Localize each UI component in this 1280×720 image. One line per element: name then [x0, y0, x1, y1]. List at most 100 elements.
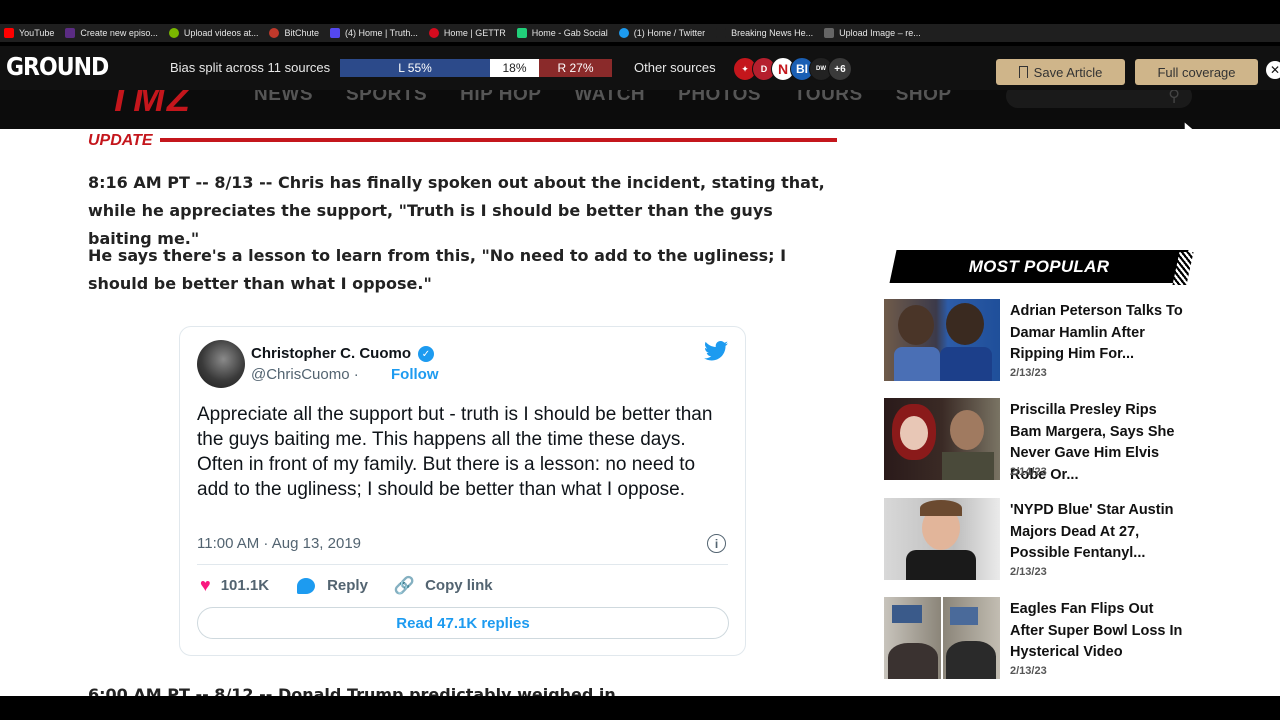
bookmark-label: (1) Home / Twitter	[633, 28, 706, 38]
twitter-bird-icon[interactable]	[704, 341, 728, 361]
nav-sports[interactable]: SPORTS	[346, 90, 427, 106]
rumble-icon	[168, 28, 179, 38]
truth-social-icon	[330, 28, 340, 38]
next-update-paragraph: 6:00 AM PT -- 8/12 -- Donald Trump predi…	[88, 685, 640, 696]
update-paragraph-1: 8:16 AM PT -- 8/13 -- Chris has finally …	[88, 169, 836, 253]
nav-hip-hop[interactable]: HIP HOP	[460, 90, 541, 106]
youtube-icon	[4, 28, 14, 38]
tmz-header: TMZ NEWS SPORTS HIP HOP WATCH PHOTOS TOU…	[0, 90, 1280, 129]
tweet-handle[interactable]: @ChrisCuomo ·	[251, 366, 359, 383]
bookmark-label: (4) Home | Truth...	[345, 28, 418, 38]
bitchute-icon	[269, 28, 280, 38]
nav-photos[interactable]: PHOTOS	[678, 90, 761, 106]
update-paragraph-2: He says there's a lesson to learn from t…	[88, 246, 787, 293]
update-heading: UPDATE	[88, 132, 153, 149]
gab-icon	[516, 28, 527, 38]
copy-link-button[interactable]: Copy link	[425, 577, 493, 594]
reply-bubble-icon[interactable]	[297, 577, 316, 594]
follow-link[interactable]: Follow	[391, 366, 439, 383]
bookmark-label: Breaking News He...	[731, 28, 814, 38]
bookmark-label: Home - Gab Social	[531, 28, 608, 38]
bias-bar[interactable]: L 55% 18% R 27%	[340, 59, 612, 77]
twitter-icon	[618, 28, 629, 38]
story-date: 2/13/23	[1010, 566, 1047, 578]
bookmark-twitter[interactable]: (1) Home / Twitter	[618, 28, 706, 38]
story-thumbnail[interactable]	[884, 398, 1000, 480]
bookmarks-bar: YouTube Create new episo... Upload video…	[0, 24, 1280, 42]
tweet-timestamp[interactable]: 11:00 AM · Aug 13, 2019	[197, 535, 361, 552]
bias-center-segment: 18%	[490, 59, 539, 77]
popular-story[interactable]: Priscilla Presley Rips Bam Margera, Says…	[884, 398, 1184, 483]
most-popular-title: MOST POPULAR	[968, 257, 1110, 276]
story-thumbnail[interactable]	[884, 299, 1000, 381]
tweet-actions: ♥ 101.1K Reply 🔗 Copy link	[200, 575, 493, 596]
heart-icon[interactable]: ♥	[200, 575, 211, 596]
bias-left-segment: L 55%	[340, 59, 490, 77]
nav-news[interactable]: NEWS	[254, 90, 313, 106]
save-article-button[interactable]: Save Article	[996, 59, 1125, 85]
full-coverage-button[interactable]: Full coverage	[1135, 59, 1258, 85]
story-date: 2/14/23	[1010, 466, 1047, 478]
bookmark-gab[interactable]: Home - Gab Social	[516, 28, 608, 38]
save-article-label: Save Article	[1033, 64, 1103, 80]
bias-right-segment: R 27%	[539, 59, 612, 77]
bookmark-rumble[interactable]: Upload videos at...	[168, 28, 259, 38]
bookmark-anchor[interactable]: Create new episo...	[65, 28, 158, 38]
update-divider	[160, 138, 837, 142]
bookmark-label: YouTube	[19, 28, 55, 38]
bookmark-icon	[1018, 66, 1028, 78]
bookmark-label: Home | GETTR	[443, 28, 506, 38]
popular-story[interactable]: Adrian Peterson Talks To Damar Hamlin Af…	[884, 299, 1184, 381]
bookmark-truth-social[interactable]: (4) Home | Truth...	[330, 28, 418, 38]
news-icon	[716, 28, 727, 38]
tmz-logo[interactable]: TMZ	[108, 90, 192, 121]
story-title[interactable]: Adrian Peterson Talks To Damar Hamlin Af…	[1010, 301, 1188, 366]
story-thumbnail[interactable]	[884, 498, 1000, 580]
screen: YouTube Create new episo... Upload video…	[0, 0, 1280, 720]
tweet-divider	[197, 564, 728, 565]
popular-story[interactable]: 'NYPD Blue' Star Austin Majors Dead At 2…	[884, 498, 1184, 580]
update-timestamp: 8:16 AM PT	[88, 173, 190, 192]
cloud-icon	[824, 28, 835, 38]
bookmark-label: Upload videos at...	[183, 28, 259, 38]
bookmark-label: Create new episo...	[80, 28, 158, 38]
bookmark-bitchute[interactable]: BitChute	[269, 28, 319, 38]
story-date: 2/13/23	[1010, 367, 1047, 379]
bookmark-upload-image[interactable]: Upload Image – re...	[824, 28, 921, 38]
read-replies-button[interactable]: Read 47.1K replies	[197, 607, 729, 639]
search-icon: ⚲	[1168, 90, 1180, 105]
nav-watch[interactable]: WATCH	[574, 90, 645, 106]
bookmark-gettr[interactable]: Home | GETTR	[428, 28, 506, 38]
story-title[interactable]: 'NYPD Blue' Star Austin Majors Dead At 2…	[1010, 500, 1188, 565]
popular-story[interactable]: Eagles Fan Flips Out After Super Bowl Lo…	[884, 597, 1184, 679]
avatar[interactable]	[197, 340, 245, 388]
like-count[interactable]: 101.1K	[221, 577, 269, 594]
bias-split-label: Bias split across 11 sources	[170, 60, 331, 75]
nav-tours[interactable]: TOURS	[794, 90, 863, 106]
link-icon[interactable]: 🔗	[394, 576, 415, 596]
more-sources-count: +6	[828, 57, 852, 81]
info-icon[interactable]: i	[707, 534, 726, 553]
embedded-tweet[interactable]: Christopher C. Cuomo ✓ @ChrisCuomo · Fol…	[179, 326, 746, 656]
bookmark-breaking-news[interactable]: Breaking News He...	[716, 28, 813, 38]
tmz-nav: NEWS SPORTS HIP HOP WATCH PHOTOS TOURS S…	[254, 90, 985, 106]
source-icons[interactable]: ✦ D N BI DW +6	[733, 57, 852, 81]
article-page: UPDATE 8:16 AM PT -- 8/13 -- Chris has f…	[0, 129, 1280, 696]
other-sources-label: Other sources	[634, 60, 716, 75]
bookmark-youtube[interactable]: YouTube	[4, 28, 54, 38]
story-title[interactable]: Eagles Fan Flips Out After Super Bowl Lo…	[1010, 599, 1188, 664]
ground-news-logo[interactable]: GROUND	[6, 53, 109, 82]
search-box[interactable]: ⚲	[1006, 90, 1192, 108]
bookmark-label: BitChute	[284, 28, 319, 38]
tweet-author-name[interactable]: Christopher C. Cuomo	[251, 345, 411, 362]
close-icon[interactable]: ✕	[1266, 61, 1280, 79]
reply-button[interactable]: Reply	[327, 577, 368, 594]
verified-badge-icon: ✓	[418, 346, 434, 362]
bookmark-label: Upload Image – re...	[839, 28, 921, 38]
story-date: 2/13/23	[1010, 665, 1047, 677]
gettr-icon	[428, 28, 439, 38]
update-text: -- 8/13 -- Chris has finally spoken out …	[88, 173, 825, 248]
tweet-text: Appreciate all the support but - truth i…	[197, 404, 713, 500]
story-thumbnail[interactable]	[884, 597, 1000, 679]
nav-shop[interactable]: SHOP	[896, 90, 952, 106]
